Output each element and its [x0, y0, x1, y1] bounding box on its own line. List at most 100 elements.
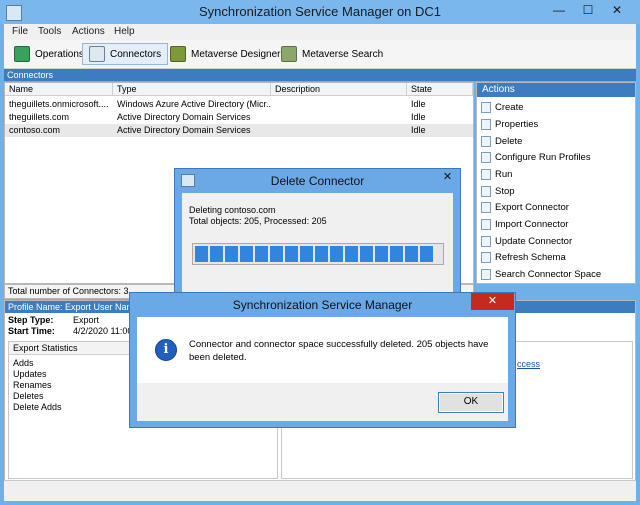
menu-help[interactable]: Help: [114, 26, 135, 37]
delete-icon: [481, 135, 491, 147]
metaverse-designer-label: Metaverse Designer: [191, 48, 281, 60]
status-link[interactable]: ccess: [517, 359, 540, 369]
cell-description: [271, 124, 407, 137]
table-row[interactable]: theguillets.onmicrosoft.... Windows Azur…: [5, 98, 473, 111]
action-update-connector[interactable]: Update Connector: [481, 233, 572, 249]
properties-icon: [481, 118, 491, 130]
progress-segment: [375, 246, 388, 262]
stop-icon: [481, 185, 491, 197]
action-label: Refresh Schema: [495, 251, 566, 263]
progress-segment: [255, 246, 268, 262]
action-import-connector[interactable]: Import Connector: [481, 216, 568, 232]
cell-state: Idle: [411, 112, 426, 122]
cell-type: Active Directory Domain Services: [117, 125, 251, 135]
progress-segment: [345, 246, 358, 262]
operations-icon: [14, 46, 30, 62]
column-header-type[interactable]: Type: [113, 83, 271, 96]
actions-pane: Actions Create Properties Delete Configu…: [476, 82, 636, 284]
cell-state: Idle: [411, 125, 426, 135]
ok-button[interactable]: OK: [438, 392, 504, 413]
progress-segment: [405, 246, 418, 262]
deleting-text: Deleting contoso.com: [189, 205, 276, 215]
cell-state: Idle: [411, 99, 426, 109]
progress-segment: [300, 246, 313, 262]
action-search-connector-space[interactable]: Search Connector Space: [481, 266, 601, 282]
stat-adds: Adds: [13, 358, 34, 368]
stat-delete-adds: Delete Adds: [13, 402, 62, 412]
operations-label: Operations: [35, 48, 84, 60]
cell-name: theguillets.com: [9, 112, 70, 122]
delete-connector-dialog: Delete Connector ✕ Deleting contoso.com …: [174, 168, 461, 298]
cell-description: [271, 98, 407, 111]
action-properties[interactable]: Properties: [481, 116, 538, 132]
metaverse-search-button[interactable]: Metaverse Search: [275, 43, 389, 65]
menu-bar: File Tools Actions Help: [4, 24, 636, 40]
connectors-label: Connectors: [110, 48, 162, 60]
cell-type: Windows Azure Active Directory (Micr...: [117, 99, 271, 109]
table-row-selected[interactable]: contoso.com Active Directory Domain Serv…: [5, 124, 473, 137]
dialog-close-button[interactable]: ✕: [435, 169, 460, 186]
menu-actions[interactable]: Actions: [72, 26, 105, 37]
action-refresh-schema[interactable]: Refresh Schema: [481, 249, 566, 265]
action-label: Create: [495, 101, 524, 113]
progress-segment: [390, 246, 403, 262]
step-type-value: Export: [73, 315, 100, 325]
metaverse-designer-icon: [170, 46, 186, 62]
dialog-body: Deleting contoso.com Total objects: 205,…: [182, 193, 453, 293]
action-export-connector[interactable]: Export Connector: [481, 199, 569, 215]
action-label: Import Connector: [495, 218, 569, 230]
update-icon: [481, 235, 491, 247]
progress-segment: [270, 246, 283, 262]
progress-segment: [195, 246, 208, 262]
connectors-button[interactable]: Connectors: [82, 43, 169, 65]
maximize-button[interactable]: ☐: [577, 1, 599, 19]
metaverse-search-label: Metaverse Search: [302, 48, 384, 60]
dialog-title: Delete Connector: [270, 174, 365, 188]
column-header-description[interactable]: Description: [271, 83, 407, 96]
action-label: Properties: [495, 118, 539, 130]
action-label: Delete: [495, 135, 523, 147]
search-icon: [481, 268, 491, 280]
progress-segment: [240, 246, 253, 262]
column-header-name[interactable]: Name: [5, 83, 113, 96]
minimize-button[interactable]: —: [548, 1, 570, 19]
dialog-footer: OK: [137, 383, 508, 421]
action-create[interactable]: Create: [481, 99, 524, 115]
step-type-label: Step Type:: [8, 315, 54, 325]
export-icon: [481, 201, 491, 213]
action-label: Update Connector: [495, 235, 573, 247]
progress-segment: [330, 246, 343, 262]
action-label: Configure Run Profiles: [495, 151, 591, 163]
connectors-section-header: Connectors: [4, 69, 636, 81]
operations-button[interactable]: Operations: [8, 43, 90, 65]
action-label: Run: [495, 168, 513, 180]
close-button[interactable]: ✕: [606, 1, 628, 19]
cell-name: theguillets.onmicrosoft....: [9, 99, 109, 109]
table-row[interactable]: theguillets.com Active Directory Domain …: [5, 111, 473, 124]
cell-name: contoso.com: [9, 125, 61, 135]
progress-segment: [225, 246, 238, 262]
toolbar: Operations Connectors Metaverse Designer…: [4, 40, 636, 69]
status-bar: [4, 480, 636, 501]
action-stop[interactable]: Stop: [481, 183, 515, 199]
column-header-state[interactable]: State: [407, 83, 473, 96]
menu-file[interactable]: File: [12, 26, 28, 37]
progress-segment: [420, 246, 433, 262]
connectors-icon: [89, 46, 105, 62]
start-time-value: 4/2/2020 11:00: [73, 326, 133, 336]
info-icon: i: [155, 339, 177, 361]
metaverse-designer-button[interactable]: Metaverse Designer: [164, 43, 286, 65]
action-delete[interactable]: Delete: [481, 133, 522, 149]
import-icon: [481, 218, 491, 230]
message-text: Connector and connector space successful…: [189, 339, 489, 363]
stat-deletes: Deletes: [13, 391, 44, 401]
action-run[interactable]: Run: [481, 166, 512, 182]
dialog-close-button[interactable]: ✕: [471, 293, 514, 310]
progress-segment: [315, 246, 328, 262]
menu-tools[interactable]: Tools: [38, 26, 61, 37]
action-label: Search Connector Space: [495, 268, 602, 280]
start-time-label: Start Time:: [8, 326, 55, 336]
progress-segment: [360, 246, 373, 262]
action-configure-run-profiles[interactable]: Configure Run Profiles: [481, 149, 591, 165]
create-icon: [481, 101, 491, 113]
